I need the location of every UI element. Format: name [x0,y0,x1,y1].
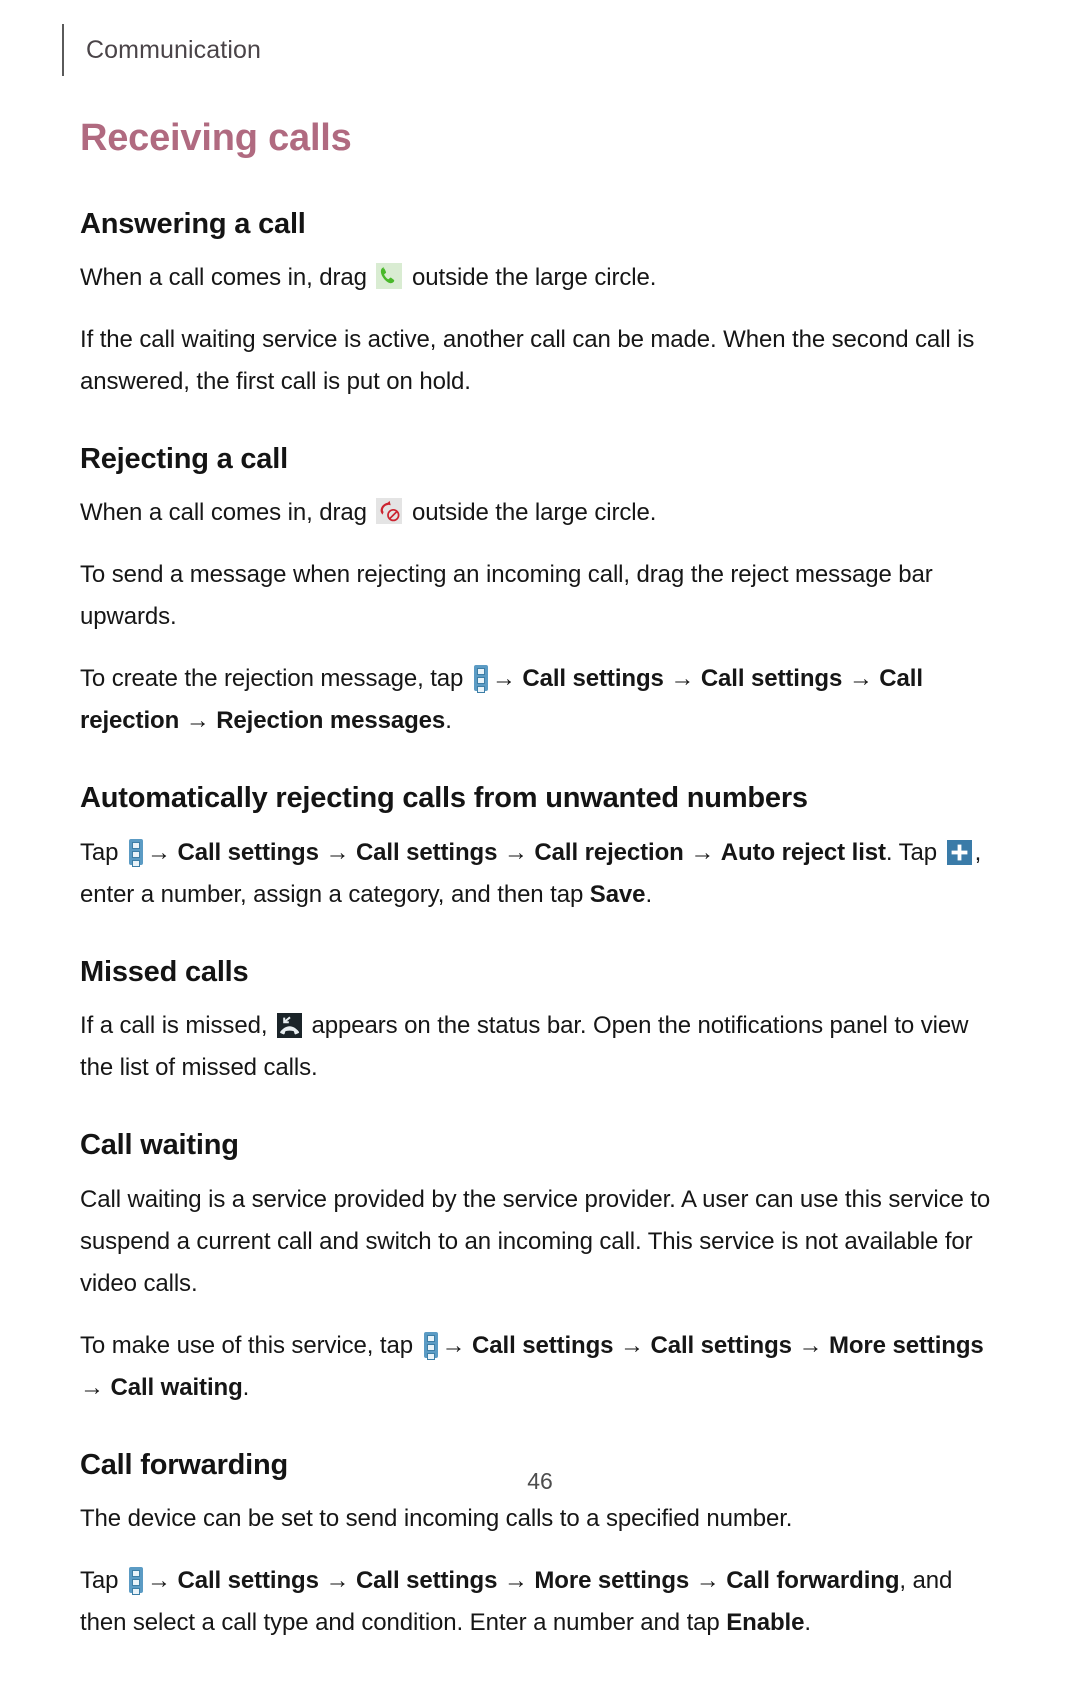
arrow-glyph: → [798,1331,823,1359]
menu-path-step: Call settings [472,1331,614,1359]
paragraph-answering-call-waiting-note: If the call waiting service is active, a… [80,326,975,396]
add-plus-icon[interactable] [946,839,972,865]
text-fragment: When a call comes in, drag [80,264,367,292]
arrow-glyph: → [620,1331,644,1359]
header-divider-rule [62,24,64,76]
document-page: Communication Receiving calls Answering … [0,0,1080,1636]
text-fragment: . [645,880,653,908]
menu-path-step: Call settings [177,1566,319,1594]
menu-path-step: Call forwarding [726,1566,900,1594]
paragraph-answering-drag: When a call comes in, drag outside the l… [80,257,1005,299]
bold-action-label: Enable [726,1608,805,1636]
section-missed-calls: Missed calls If a call is missed, appear… [80,956,1005,1089]
menu-path-step: Auto reject list [720,838,886,866]
paragraph-call-forwarding-path: Tap → Call settings → Call settings → Mo… [80,1560,1005,1644]
menu-path-step: Call waiting [110,1373,243,1401]
section-heading-auto-reject: Automatically rejecting calls from unwan… [80,782,808,815]
running-header-label: Communication [86,35,261,64]
arrow-glyph: → [146,1566,171,1594]
text-fragment: outside the large circle. [412,264,657,292]
section-call-waiting: Call waiting Call waiting is a service p… [80,1129,1005,1408]
section-auto-reject: Automatically rejecting calls from unwan… [80,782,1005,915]
paragraph-call-waiting-path: To make use of this service, tap → Call … [80,1325,1005,1409]
text-fragment: Tap [80,838,119,866]
bold-action-label: Save [589,880,646,908]
arrow-glyph: → [80,1373,104,1401]
paragraph-rejecting-send-message: To send a message when rejecting an inco… [80,561,933,631]
more-options-menu-icon[interactable] [128,1566,143,1595]
text-fragment: . Tap [885,838,938,866]
more-options-menu-icon[interactable] [128,838,143,867]
section-heading-answering: Answering a call [80,207,306,240]
reject-call-icon [376,498,403,525]
section-rejecting-a-call: Rejecting a call When a call comes in, d… [80,443,1005,742]
arrow-glyph: → [503,1566,528,1594]
paragraph-rejecting-create-message-path: To create the rejection message, tap → C… [80,658,1005,742]
arrow-glyph: → [325,838,350,866]
text-fragment: . [445,707,452,735]
menu-path-step: More settings [534,1566,690,1594]
text-fragment: . [804,1608,811,1636]
text-fragment: To make use of this service, tap [80,1331,413,1359]
arrow-glyph: → [491,665,516,693]
menu-path-step: Call settings [700,665,843,693]
answer-call-icon [376,263,403,290]
text-fragment: outside the large circle. [412,499,657,527]
arrow-glyph: → [185,707,210,735]
section-heading-rejecting: Rejecting a call [80,443,288,476]
arrow-glyph: → [325,1566,350,1594]
page-content: Receiving calls Answering a call When a … [80,117,1005,1684]
paragraph-call-waiting-description: Call waiting is a service provided by th… [80,1185,991,1297]
text-fragment: . [242,1373,250,1401]
paragraph-missed-calls: If a call is missed, appears on the stat… [80,1005,1005,1089]
paragraph-auto-reject-path: Tap → Call settings → Call settings → Ca… [80,832,1005,916]
arrow-glyph: → [503,838,528,866]
menu-path-step: Rejection messages [216,707,446,735]
more-options-menu-icon[interactable] [473,665,488,694]
section-answering-a-call: Answering a call When a call comes in, d… [80,208,1005,403]
menu-path-step: More settings [828,1331,984,1359]
more-options-menu-icon[interactable] [423,1331,438,1360]
menu-path-step: Call settings [650,1331,792,1359]
arrow-glyph: → [690,838,715,866]
menu-path-step: Call settings [355,838,498,866]
page-number: 46 [527,1468,553,1494]
menu-path-step: Call rejection [534,838,684,866]
menu-path-step: Call settings [355,1566,498,1594]
text-fragment: To create the rejection message, tap [80,665,464,693]
page-title: Receiving calls [80,117,352,159]
arrow-glyph: → [670,665,695,693]
section-heading-missed-calls: Missed calls [80,955,249,988]
running-header: Communication [62,24,261,76]
text-fragment: Tap [80,1566,119,1594]
arrow-glyph: → [848,665,873,693]
menu-path-step: Call settings [177,838,319,866]
paragraph-call-forwarding-description: The device can be set to send incoming c… [80,1504,793,1532]
missed-call-status-icon [276,1013,302,1039]
paragraph-rejecting-drag: When a call comes in, drag outside the l… [80,492,1005,534]
section-heading-call-waiting: Call waiting [80,1129,239,1162]
text-fragment: When a call comes in, drag [80,499,367,527]
arrow-glyph: → [146,838,171,866]
arrow-glyph: → [441,1331,466,1359]
arrow-glyph: → [695,1566,720,1594]
text-fragment: If a call is missed, [80,1012,268,1040]
menu-path-step: Call settings [522,665,664,693]
